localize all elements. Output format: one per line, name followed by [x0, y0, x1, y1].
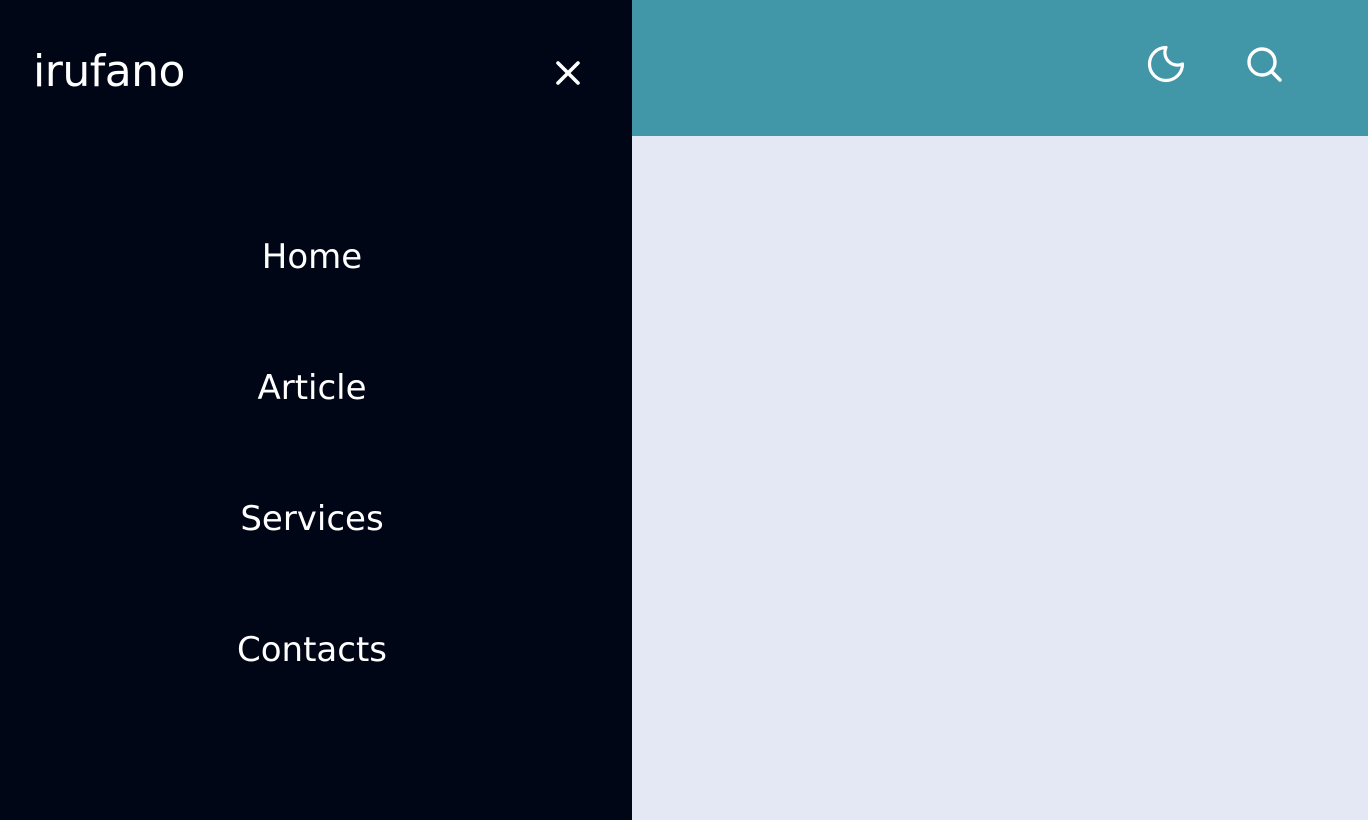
- moon-icon: [1147, 45, 1185, 83]
- theme-toggle-button[interactable]: [1146, 44, 1186, 84]
- drawer-nav-menu: Home Article Services Contacts: [0, 0, 624, 820]
- search-button[interactable]: [1244, 44, 1284, 84]
- nav-item-article[interactable]: Article: [0, 358, 624, 418]
- nav-item-home[interactable]: Home: [0, 227, 624, 287]
- nav-item-contacts[interactable]: Contacts: [0, 620, 624, 680]
- navigation-drawer: irufano Home Article Services Contacts: [0, 0, 632, 820]
- nav-item-services[interactable]: Services: [0, 489, 624, 549]
- main-content-area: [632, 136, 1368, 820]
- search-icon: [1247, 47, 1282, 82]
